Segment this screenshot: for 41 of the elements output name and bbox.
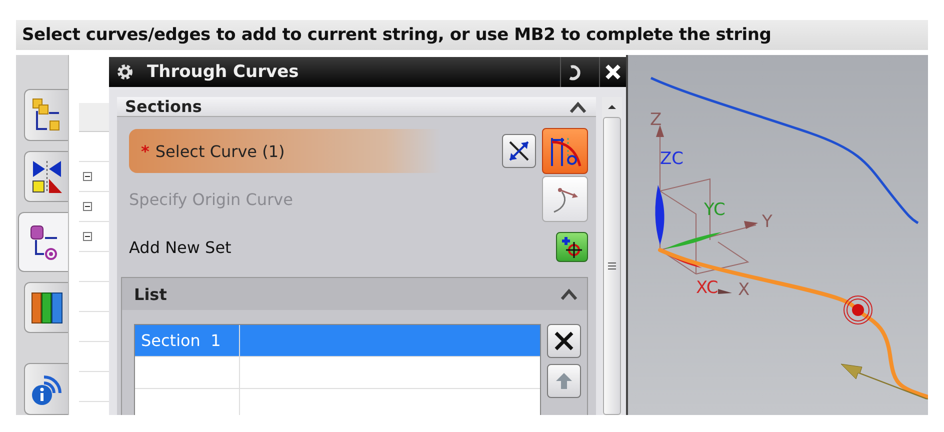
remove-button[interactable]: [547, 324, 581, 358]
dialog-title: Through Curves: [147, 62, 300, 82]
collapse-icon[interactable]: [83, 202, 92, 211]
add-target-icon: [559, 234, 585, 260]
grip-icon: [607, 261, 617, 271]
scroll-thumb[interactable]: [603, 117, 621, 415]
collapse-icon[interactable]: [83, 172, 92, 181]
resource-tab[interactable]: [24, 363, 68, 416]
settings-icon[interactable]: [115, 62, 135, 82]
origin-curve-label: Specify Origin Curve: [129, 190, 294, 208]
resource-tab[interactable]: [18, 212, 68, 272]
resource-tab[interactable]: [24, 89, 68, 141]
part-tree-icon: [28, 224, 60, 260]
up-arrow-icon: [554, 371, 574, 391]
step-label: Select Curve (1): [155, 142, 285, 160]
axis-label: Y: [762, 212, 772, 232]
prompt-bar: Select curves/edges to add to current string, or use MB2 to complete the string: [16, 20, 928, 50]
curve-button[interactable]: [542, 128, 588, 174]
remove-icon: [552, 329, 576, 353]
axis-label: ZC: [660, 149, 684, 169]
axis-label: X: [738, 280, 750, 300]
axis-label: Z: [650, 110, 662, 130]
resource-tab[interactable]: [24, 150, 68, 202]
constraint-icon: [30, 158, 62, 195]
scrollbar[interactable]: [602, 97, 622, 415]
scroll-up-icon[interactable]: [607, 103, 617, 111]
move-up-button[interactable]: [547, 364, 581, 398]
group-title: Sections: [125, 97, 203, 116]
table-cell: Section 1: [141, 331, 221, 350]
required-mark: *: [141, 142, 150, 160]
add-new-set-button[interactable]: [556, 232, 588, 262]
axis-label: XC: [696, 278, 718, 298]
collapse-icon[interactable]: [83, 232, 92, 241]
group-header[interactable]: Sections: [117, 97, 596, 117]
resource-tab[interactable]: [24, 282, 68, 334]
assembly-tree-icon: [30, 96, 62, 133]
reverse-direction-button[interactable]: [502, 134, 536, 168]
origin-point-marker: [844, 296, 872, 324]
table-row[interactable]: Section 1: [135, 325, 540, 357]
add-new-set-label: Add New Set: [129, 238, 232, 256]
group-title: List: [134, 284, 168, 304]
